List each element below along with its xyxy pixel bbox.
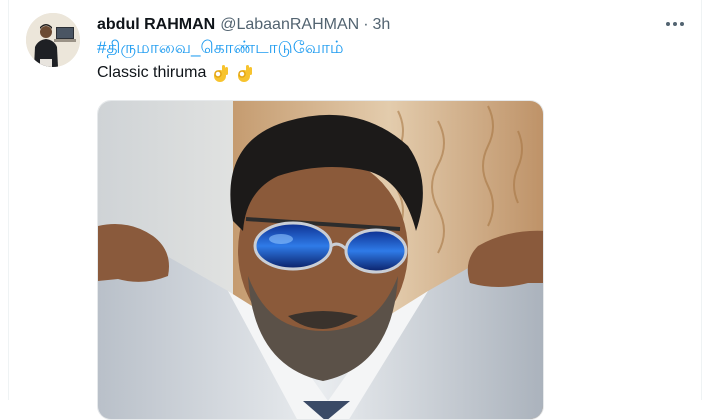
tweet-header: abdul RAHMAN @LabaanRAHMAN · 3h [97,14,650,36]
tweet-media-image[interactable] [97,100,544,420]
display-name[interactable]: abdul RAHMAN [97,16,215,34]
separator-dot: · [363,16,369,33]
more-horizontal-icon[interactable] [660,12,690,36]
hashtag-link[interactable]: #திருமாவை_கொண்டாடுவோம் [97,38,344,60]
timestamp[interactable]: 3h [373,16,391,34]
tweet-body: Classic thiruma [97,64,207,81]
tweet-text: Classic thiruma [97,63,254,83]
ok-hand-emoji-icon [210,63,230,83]
avatar[interactable] [26,13,80,67]
ok-hand-emoji-icon [234,63,254,83]
user-handle[interactable]: @LabaanRAHMAN [220,16,359,34]
